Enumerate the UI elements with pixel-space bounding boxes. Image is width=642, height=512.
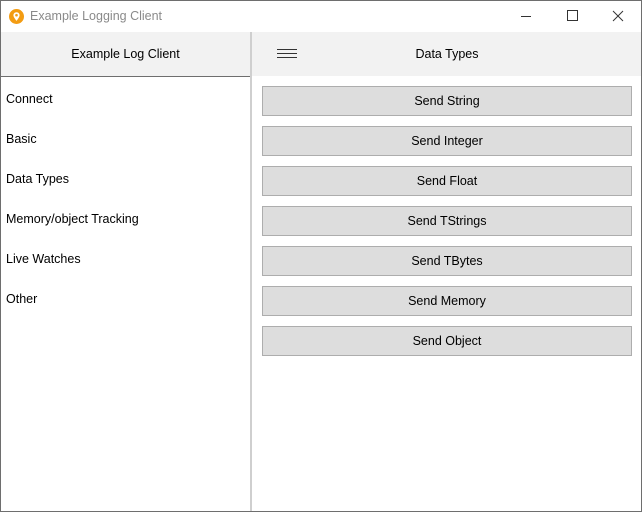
sidebar-item-label: Data Types — [6, 172, 70, 186]
maximize-button[interactable] — [549, 1, 595, 32]
sidebar: Example Log Client Connect Basic Data Ty… — [1, 32, 252, 511]
sidebar-item-live-watches[interactable]: Live Watches — [1, 237, 250, 277]
sidebar-header: Example Log Client — [1, 32, 250, 77]
sidebar-item-label: Connect — [6, 92, 53, 106]
sidebar-item-data-types[interactable]: Data Types — [1, 157, 250, 197]
main-content: Data Types Send String Send Integer Send… — [252, 32, 641, 511]
send-memory-button[interactable]: Send Memory — [262, 286, 632, 316]
send-string-button[interactable]: Send String — [262, 86, 632, 116]
app-logo-icon — [9, 9, 24, 24]
send-object-button[interactable]: Send Object — [262, 326, 632, 356]
send-tstrings-button[interactable]: Send TStrings — [262, 206, 632, 236]
sidebar-item-basic[interactable]: Basic — [1, 117, 250, 157]
hamburger-menu-icon — [277, 49, 297, 58]
minimize-button[interactable] — [503, 1, 549, 32]
title-bar[interactable]: Example Logging Client — [1, 1, 641, 32]
sidebar-item-label: Memory/object Tracking — [6, 212, 139, 226]
main-header: Data Types — [252, 32, 641, 76]
maximize-icon — [567, 10, 578, 21]
sidebar-item-memory-object-tracking[interactable]: Memory/object Tracking — [1, 197, 250, 237]
app-window: Example Logging Client Example Log Clien… — [0, 0, 642, 512]
sidebar-title: Example Log Client — [71, 47, 180, 61]
sidebar-item-label: Other — [6, 292, 38, 306]
hamburger-menu-button[interactable] — [276, 47, 298, 61]
sidebar-item-label: Basic — [6, 132, 37, 146]
sidebar-item-label: Live Watches — [6, 252, 81, 266]
sidebar-nav: Connect Basic Data Types Memory/object T… — [1, 77, 250, 317]
send-tbytes-button[interactable]: Send TBytes — [262, 246, 632, 276]
close-button[interactable] — [595, 1, 641, 32]
sidebar-item-connect[interactable]: Connect — [1, 77, 250, 117]
send-float-button[interactable]: Send Float — [262, 166, 632, 196]
minimize-icon — [521, 16, 531, 17]
send-integer-button[interactable]: Send Integer — [262, 126, 632, 156]
button-list: Send String Send Integer Send Float Send… — [262, 86, 632, 366]
close-icon — [612, 10, 624, 22]
window-title: Example Logging Client — [30, 9, 163, 23]
page-title: Data Types — [415, 47, 479, 61]
sidebar-item-other[interactable]: Other — [1, 277, 250, 317]
